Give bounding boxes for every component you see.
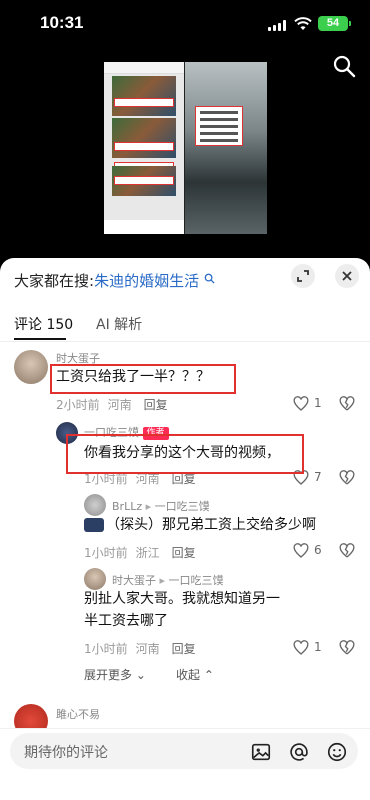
expand-button[interactable] <box>291 264 315 288</box>
reply-button[interactable]: 回复 <box>172 546 196 560</box>
comment-sheet: 大家都在搜:朱迪的婚姻生活 评论 150 AI 解析 时大蛋子 工资只给我了一半… <box>0 258 370 800</box>
comment-tabs: 评论 150 AI 解析 <box>0 302 370 342</box>
comment-username[interactable]: BrLLz ▸ 一口吃三馍 <box>112 498 210 514</box>
signal-icon <box>268 20 286 31</box>
reply-button[interactable]: 回复 <box>144 398 168 412</box>
emoji-sticker <box>84 518 104 532</box>
video-frame-left <box>104 62 184 234</box>
expand-icon <box>297 270 309 282</box>
battery-indicator: 54 <box>318 16 351 31</box>
reply-button[interactable]: 回复 <box>172 642 196 656</box>
heart-icon <box>293 640 309 655</box>
hot-search-prefix: 大家都在搜: <box>14 272 95 290</box>
highlight-box <box>66 434 304 474</box>
close-icon <box>342 271 352 281</box>
reply-to-username: 一口吃三馍 <box>168 574 224 587</box>
comment-meta: 1小时前 浙江 回复 <box>84 544 204 561</box>
tab-ai-analysis[interactable]: AI 解析 <box>96 314 142 334</box>
search-icon[interactable] <box>332 54 356 78</box>
comment-location: 河南 <box>135 642 160 656</box>
comment-username[interactable]: 时大蛋子 ▸ 一口吃三馍 <box>112 572 224 588</box>
comment-text: （探头）那兄弟工资上交给多少啊 <box>84 514 316 536</box>
like-count: 1 <box>314 396 322 410</box>
reply-button[interactable]: 回复 <box>172 472 196 486</box>
highlight-box <box>50 364 236 394</box>
avatar[interactable] <box>14 350 48 384</box>
collapse-button[interactable]: 收起 ⌃ <box>176 666 214 683</box>
comment-location: 浙江 <box>135 546 160 560</box>
reply-to-username: 一口吃三馍 <box>154 500 210 513</box>
emoji-icon[interactable] <box>326 741 348 763</box>
like-count: 7 <box>314 470 322 484</box>
hot-search-bar[interactable]: 大家都在搜:朱迪的婚姻生活 <box>14 270 215 291</box>
heart-icon <box>293 396 309 411</box>
expand-more-button[interactable]: 展开更多 ⌄ <box>84 666 146 683</box>
comment-time: 2小时前 <box>56 398 100 412</box>
comment-input[interactable]: 期待你的评论 <box>10 733 358 769</box>
tab-comments[interactable]: 评论 150 <box>14 314 73 334</box>
video-preview[interactable] <box>104 62 267 234</box>
reply-username: 时大蛋子 <box>112 574 156 587</box>
comment-time: 1小时前 <box>84 472 128 486</box>
like-button[interactable]: 1 <box>292 395 332 413</box>
like-button[interactable]: 1 <box>292 639 332 657</box>
comment-input-placeholder: 期待你的评论 <box>24 745 108 761</box>
like-button[interactable]: 6 <box>292 542 332 560</box>
search-icon <box>204 273 215 284</box>
image-icon[interactable] <box>250 741 272 763</box>
expand-more-label: 展开更多 <box>84 668 133 682</box>
like-count: 1 <box>314 640 322 654</box>
broken-heart-icon[interactable] <box>338 639 356 657</box>
chevron-down-icon: ⌄ <box>132 668 146 682</box>
comment-body: 那兄弟工资上交给多少啊 <box>162 517 316 533</box>
comment-location: 河南 <box>135 472 160 486</box>
comment-username[interactable]: 雎心不易 <box>56 706 100 722</box>
avatar[interactable] <box>84 494 106 516</box>
wifi-icon <box>294 17 312 30</box>
active-tab-indicator <box>14 338 66 340</box>
status-bar: 10:31 54 <box>0 0 370 48</box>
broken-heart-icon[interactable] <box>338 469 356 487</box>
comment-meta: 2小时前 河南 回复 <box>56 396 176 413</box>
video-frame-right <box>185 62 267 234</box>
broken-heart-icon[interactable] <box>338 395 356 413</box>
at-icon[interactable] <box>288 741 310 763</box>
emoji-text: （探头） <box>106 517 162 533</box>
heart-icon <box>293 543 309 558</box>
avatar[interactable] <box>84 568 106 590</box>
comment-text: 别扯人家大哥。我就想知道另一半工资去哪了 <box>84 591 280 629</box>
comment-meta: 1小时前 河南 回复 <box>84 640 204 657</box>
comment-time: 1小时前 <box>84 642 128 656</box>
reply-username: BrLLz <box>112 500 143 513</box>
broken-heart-icon[interactable] <box>338 542 356 560</box>
collapse-label: 收起 <box>176 668 201 682</box>
comment-location: 河南 <box>107 398 132 412</box>
chevron-up-icon: ⌃ <box>200 668 214 682</box>
like-count: 6 <box>314 543 322 557</box>
close-button[interactable] <box>335 264 359 288</box>
comment-time: 1小时前 <box>84 546 128 560</box>
comment-input-bar: 期待你的评论 <box>0 728 370 800</box>
hot-search-keyword[interactable]: 朱迪的婚姻生活 <box>94 272 199 290</box>
status-time: 10:31 <box>40 13 84 32</box>
